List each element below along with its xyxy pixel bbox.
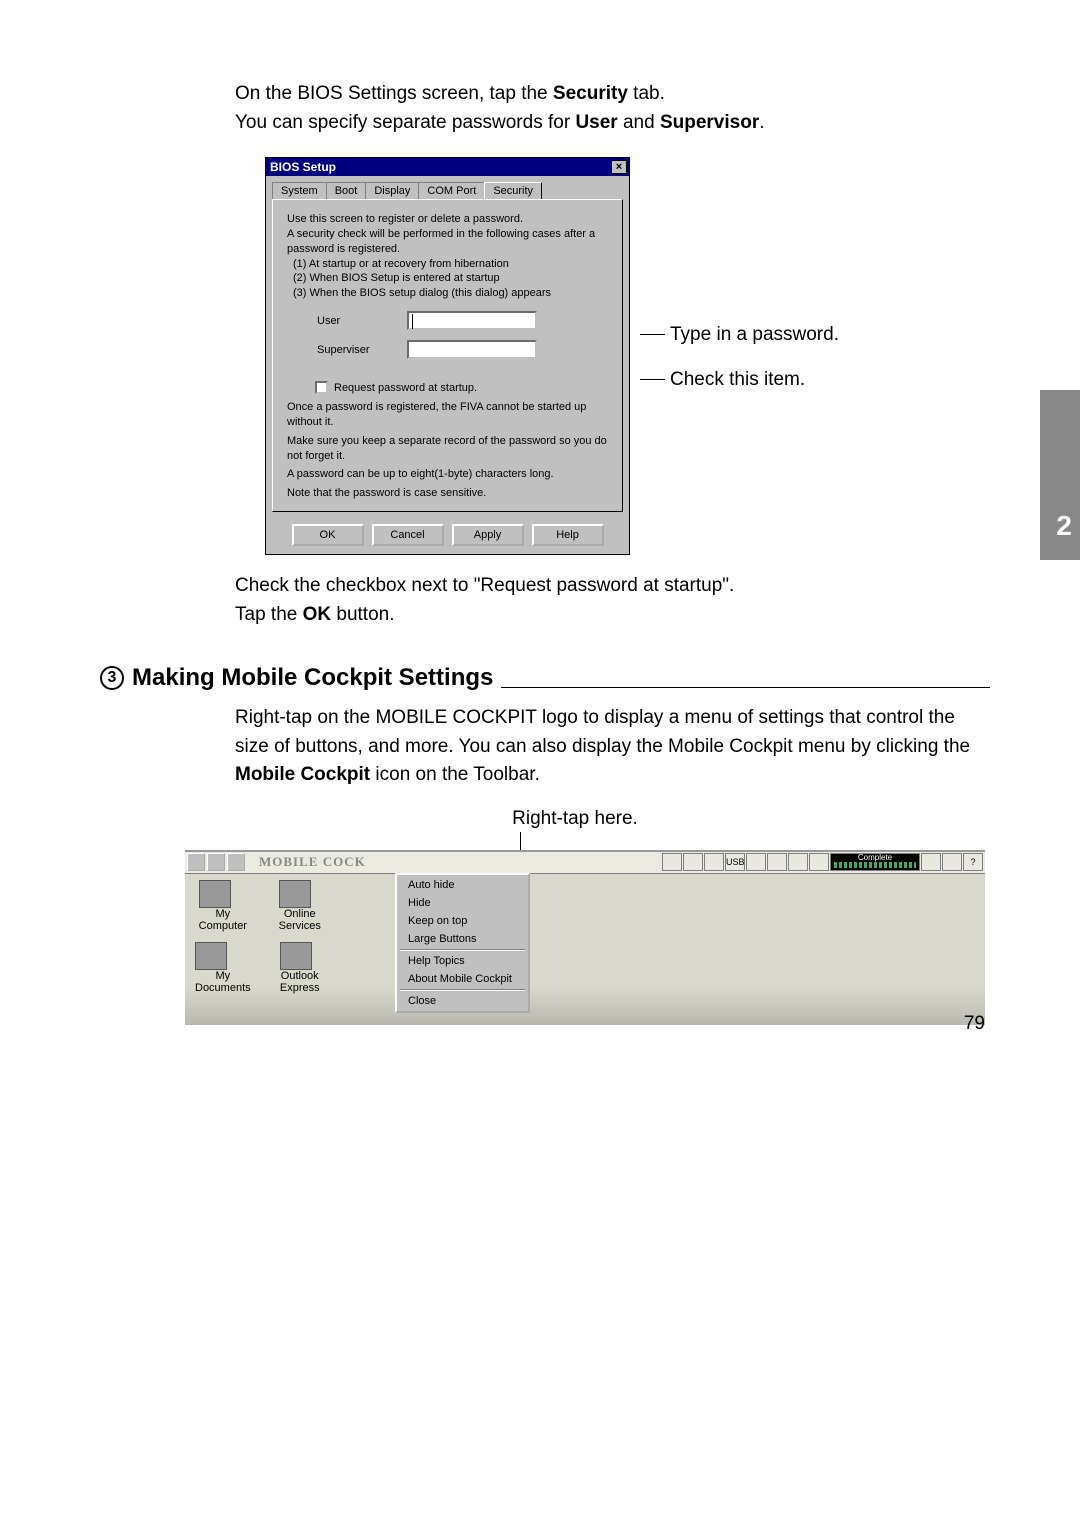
user-password-field[interactable] [407, 311, 537, 330]
menu-close[interactable]: Close [398, 992, 527, 1010]
menu-about[interactable]: About Mobile Cockpit [398, 970, 527, 988]
tray-usb-icon[interactable]: USB [725, 853, 745, 871]
tray-icon[interactable] [942, 853, 962, 871]
right-tap-pointer [520, 832, 521, 850]
tab-system[interactable]: System [272, 182, 327, 199]
section-number: 3 [100, 666, 124, 690]
annotation-type-password: Type in a password. [670, 324, 839, 346]
desc-line: (2) When BIOS Setup is entered at startu… [293, 271, 608, 286]
tab-security[interactable]: Security [484, 182, 542, 199]
tray-icon[interactable] [767, 853, 787, 871]
my-documents-label: MyDocuments [195, 970, 251, 994]
toolbar-icon[interactable] [207, 853, 225, 871]
menu-large-buttons[interactable]: Large Buttons [398, 930, 527, 948]
toolbar-icon[interactable] [187, 853, 205, 871]
tab-strip: System Boot Display COM Port Security [266, 176, 629, 199]
tray-help-icon[interactable]: ? [963, 853, 983, 871]
warn-line: Once a password is registered, the FIVA … [287, 400, 608, 430]
desc-line: (1) At startup or at recovery from hiber… [293, 257, 608, 272]
tray-icon[interactable] [921, 853, 941, 871]
supervisor-label: Superviser [317, 344, 407, 356]
desc-line: Use this screen to register or delete a … [287, 212, 608, 227]
page-number: 79 [964, 1013, 985, 1035]
cancel-button[interactable]: Cancel [372, 524, 444, 546]
outlook-express-label: OutlookExpress [280, 970, 320, 994]
warn-line: Make sure you keep a separate record of … [287, 434, 608, 464]
tray-icon[interactable] [788, 853, 808, 871]
warn-line: Note that the password is case sensitive… [287, 486, 608, 501]
tray-icon[interactable] [662, 853, 682, 871]
warn-line: A password can be up to eight(1-byte) ch… [287, 467, 608, 482]
menu-hide[interactable]: Hide [398, 894, 527, 912]
tray-icon[interactable] [683, 853, 703, 871]
close-icon[interactable]: × [611, 160, 627, 174]
right-tap-label: Right-tap here. [160, 808, 990, 830]
menu-separator [400, 989, 525, 991]
online-services-label: OnlineServices [279, 908, 321, 932]
menu-help-topics[interactable]: Help Topics [398, 952, 527, 970]
dialog-titlebar: BIOS Setup × [266, 158, 629, 176]
tab-boot[interactable]: Boot [326, 182, 367, 199]
mobile-cockpit-logo[interactable]: MOBILE COCK [259, 854, 366, 870]
user-label: User [317, 315, 407, 327]
tray-icon[interactable] [704, 853, 724, 871]
tab-comport[interactable]: COM Port [418, 182, 485, 199]
toolbar-icon[interactable] [227, 853, 245, 871]
request-password-checkbox[interactable] [315, 381, 328, 394]
security-panel: Use this screen to register or delete a … [272, 199, 623, 512]
chapter-number: 2 [1056, 510, 1072, 542]
intro-paragraph: On the BIOS Settings screen, tap the Sec… [235, 80, 990, 137]
cockpit-context-menu: Auto hide Hide Keep on top Large Buttons… [395, 873, 530, 1013]
my-computer-label: MyComputer [199, 908, 247, 932]
outlook-express-icon[interactable] [280, 942, 312, 970]
tab-display[interactable]: Display [365, 182, 419, 199]
battery-complete-indicator: Complete [830, 853, 920, 871]
section-body: Right-tap on the MOBILE COCKPIT logo to … [235, 704, 990, 790]
help-button[interactable]: Help [532, 524, 604, 546]
menu-separator [400, 949, 525, 951]
desktop-area: MyComputer MyDocuments OnlineServices Ou… [185, 874, 985, 1025]
tray-icon[interactable] [809, 853, 829, 871]
post-dialog-text: Check the checkbox next to "Request pass… [235, 572, 990, 629]
annotation-check-item: Check this item. [670, 369, 805, 391]
apply-button[interactable]: Apply [452, 524, 524, 546]
checkbox-label: Request password at startup. [334, 382, 477, 394]
my-documents-icon[interactable] [195, 942, 227, 970]
menu-auto-hide[interactable]: Auto hide [398, 876, 527, 894]
bios-setup-dialog: BIOS Setup × System Boot Display COM Por… [265, 157, 630, 555]
section-title: Making Mobile Cockpit Settings [132, 664, 493, 692]
menu-keep-on-top[interactable]: Keep on top [398, 912, 527, 930]
dialog-title: BIOS Setup [270, 160, 336, 174]
desc-line: A security check will be performed in th… [287, 227, 608, 257]
ok-button[interactable]: OK [292, 524, 364, 546]
section-header: 3 Making Mobile Cockpit Settings [100, 664, 990, 692]
cockpit-toolbar: MOBILE COCK USB Complete ? [185, 852, 985, 874]
supervisor-password-field[interactable] [407, 340, 537, 359]
section-rule [501, 687, 990, 688]
tray-icon[interactable] [746, 853, 766, 871]
desc-line: (3) When the BIOS setup dialog (this dia… [293, 286, 608, 301]
my-computer-icon[interactable] [199, 880, 231, 908]
online-services-icon[interactable] [279, 880, 311, 908]
chapter-tab: 2 [1040, 390, 1080, 560]
cockpit-screenshot: MOBILE COCK USB Complete ? [185, 850, 985, 1025]
